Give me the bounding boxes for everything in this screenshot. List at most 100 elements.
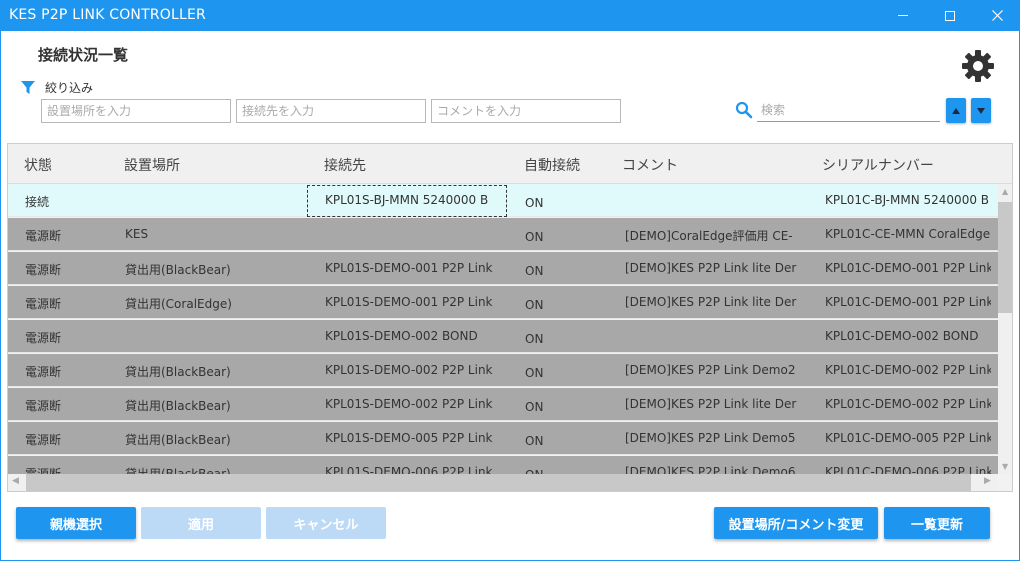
cell-status: 電源断 (25, 399, 62, 413)
horizontal-scroll-thumb[interactable] (26, 474, 971, 491)
cell-status: 電源断 (25, 433, 62, 447)
cell-auto-connect: ON (525, 400, 544, 414)
cell-status: 電源断 (25, 229, 62, 243)
cell-comment: [DEMO]KES P2P Link Demo6 (625, 465, 796, 474)
cell-serial: KPL01C-DEMO-005 P2P Link (825, 431, 991, 445)
table-row[interactable]: 電源断 KES ON [DEMO]CoralEdge評価用 CE- KPL01C… (8, 218, 998, 251)
cell-destination: KPL01S-DEMO-001 P2P Link (325, 295, 493, 309)
cancel-button[interactable]: キャンセル (266, 507, 386, 539)
cell-serial: KPL01C-DEMO-006 P2P Link (825, 465, 991, 474)
arrow-down-icon (977, 107, 985, 114)
table-row[interactable]: 電源断 貸出用(BlackBear) KPL01S-DEMO-001 P2P L… (8, 252, 998, 285)
search-input[interactable] (757, 98, 940, 122)
cell-comment: [DEMO]KES P2P Link lite Der (625, 261, 797, 275)
cell-location: 貸出用(BlackBear) (125, 467, 231, 474)
scroll-down-icon[interactable]: ▼ (1002, 462, 1008, 471)
cell-destination: KPL01S-DEMO-002 P2P Link (325, 363, 493, 377)
header-location[interactable]: 設置場所 (124, 155, 180, 175)
scroll-up-icon[interactable]: ▲ (1002, 187, 1008, 196)
cell-location: 貸出用(BlackBear) (125, 399, 231, 413)
title-bar: KES P2P LINK CONTROLLER (0, 0, 1020, 31)
cell-status: 電源断 (25, 263, 62, 277)
cell-serial: KPL01C-CE-MMN CoralEdge (825, 227, 991, 241)
search-prev-button[interactable] (946, 98, 966, 123)
search-icon (735, 101, 753, 119)
cell-location: 貸出用(BlackBear) (125, 263, 231, 277)
horizontal-scrollbar[interactable]: ◀ ▶ (8, 474, 998, 491)
cell-location: 貸出用(CoralEdge) (125, 297, 232, 311)
comment-filter-input[interactable] (431, 99, 621, 123)
cell-destination: KPL01S-DEMO-006 P2P Link (325, 465, 493, 474)
header-comment[interactable]: コメント (622, 155, 678, 175)
cell-auto-connect: ON (525, 366, 544, 380)
arrow-up-icon (952, 107, 960, 114)
destination-filter-input[interactable] (236, 99, 426, 123)
filter-icon (20, 80, 36, 96)
window-title: KES P2P LINK CONTROLLER (9, 7, 206, 23)
cell-comment: [DEMO]KES P2P Link Demo2 (625, 363, 796, 377)
table-header: 状態 設置場所 接続先 自動接続 コメント シリアルナンバー (8, 144, 1012, 184)
table-row[interactable]: 接続 KPL01S-BJ-MMN 5240000 B ON KPL01C-BJ-… (8, 184, 998, 217)
cell-auto-connect: ON (525, 434, 544, 448)
parent-select-button[interactable]: 親機選択 (16, 507, 136, 539)
cell-location: 貸出用(BlackBear) (125, 365, 231, 379)
cell-status: 電源断 (25, 467, 62, 474)
cell-comment: [DEMO]CoralEdge評価用 CE- (625, 229, 793, 243)
vertical-scrollbar[interactable]: ▲ ▼ (998, 184, 1012, 474)
vertical-scroll-thumb[interactable] (998, 202, 1012, 313)
table-row[interactable]: 電源断 貸出用(BlackBear) KPL01S-DEMO-002 P2P L… (8, 354, 998, 387)
cell-status: 電源断 (25, 297, 62, 311)
cell-location: KES (125, 227, 149, 241)
cell-serial: KPL01C-DEMO-002 P2P Link (825, 397, 991, 411)
maximize-icon (945, 10, 955, 21)
scroll-right-icon[interactable]: ▶ (984, 476, 991, 486)
minimize-button[interactable] (880, 0, 926, 31)
page-title: 接続状況一覧 (38, 46, 129, 64)
cell-destination: KPL01S-DEMO-005 P2P Link (325, 431, 493, 445)
maximize-button[interactable] (927, 0, 973, 31)
cell-auto-connect: ON (525, 230, 544, 244)
cell-status: 電源断 (25, 331, 62, 345)
settings-button[interactable] (960, 48, 996, 84)
location-filter-input[interactable] (41, 99, 231, 123)
connection-table: 状態 設置場所 接続先 自動接続 コメント シリアルナンバー 接続 KPL01S… (7, 143, 1013, 492)
table-row[interactable]: 電源断 貸出用(BlackBear) KPL01S-DEMO-006 P2P L… (8, 456, 998, 474)
cell-serial: KPL01C-DEMO-001 P2P Link (825, 261, 991, 275)
cell-auto-connect: ON (525, 196, 544, 210)
header-auto-connect[interactable]: 自動接続 (524, 155, 580, 175)
filter-label: 絞り込み (45, 81, 94, 95)
cell-status: 接続 (25, 195, 50, 209)
table-body: 接続 KPL01S-BJ-MMN 5240000 B ON KPL01C-BJ-… (8, 184, 998, 474)
search-next-button[interactable] (971, 98, 991, 123)
scroll-left-icon[interactable]: ◀ (12, 476, 19, 486)
minimize-icon (898, 15, 908, 16)
table-row[interactable]: 電源断 貸出用(BlackBear) KPL01S-DEMO-005 P2P L… (8, 422, 998, 455)
cell-auto-connect: ON (525, 332, 544, 346)
cell-auto-connect: ON (525, 298, 544, 312)
cell-destination: KPL01S-DEMO-002 BOND (325, 329, 478, 343)
close-icon (991, 10, 1003, 21)
header-serial[interactable]: シリアルナンバー (822, 155, 934, 175)
refresh-list-button[interactable]: 一覧更新 (884, 507, 990, 539)
cell-serial: KPL01C-DEMO-002 BOND (825, 329, 979, 343)
table-row[interactable]: 電源断 貸出用(CoralEdge) KPL01S-DEMO-001 P2P L… (8, 286, 998, 319)
cell-comment: [DEMO]KES P2P Link Demo5 (625, 431, 796, 445)
header-destination[interactable]: 接続先 (324, 155, 366, 175)
location-comment-change-button[interactable]: 設置場所/コメント変更 (714, 507, 878, 539)
gear-icon (962, 50, 994, 82)
cell-comment: [DEMO]KES P2P Link lite Der (625, 295, 797, 309)
table-row[interactable]: 電源断 KPL01S-DEMO-002 BOND ON KPL01C-DEMO-… (8, 320, 998, 353)
cell-serial: KPL01C-DEMO-001 P2P Link (825, 295, 991, 309)
table-row[interactable]: 電源断 貸出用(BlackBear) KPL01S-DEMO-002 P2P L… (8, 388, 998, 421)
cell-location: 貸出用(BlackBear) (125, 433, 231, 447)
cell-comment: [DEMO]KES P2P Link lite Der (625, 397, 797, 411)
cell-auto-connect: ON (525, 264, 544, 278)
cell-destination: KPL01S-DEMO-001 P2P Link (325, 261, 493, 275)
cell-destination: KPL01S-DEMO-002 P2P Link (325, 397, 493, 411)
cell-serial: KPL01C-DEMO-002 P2P Link (825, 363, 991, 377)
cell-destination[interactable]: KPL01S-BJ-MMN 5240000 B (325, 193, 509, 207)
header-status[interactable]: 状態 (24, 155, 52, 175)
close-button[interactable] (974, 0, 1020, 31)
cell-serial: KPL01C-BJ-MMN 5240000 B (825, 193, 990, 207)
apply-button[interactable]: 適用 (141, 507, 261, 539)
